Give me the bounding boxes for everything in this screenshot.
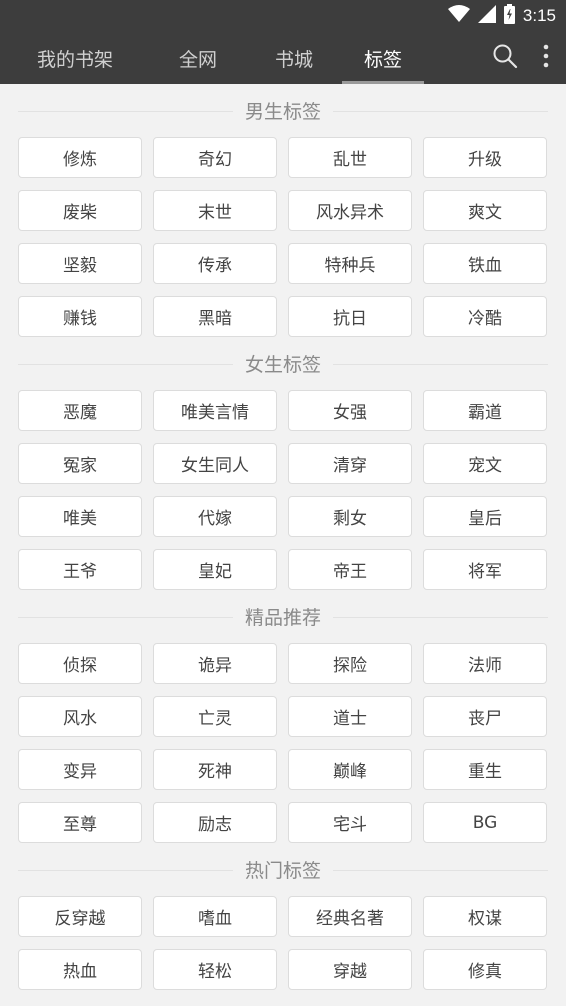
section-title: 热门标签 bbox=[232, 856, 333, 883]
tag-button[interactable]: 变异 bbox=[18, 749, 142, 790]
tag-button[interactable]: 热血 bbox=[18, 949, 142, 990]
tag-button[interactable]: 爽文 bbox=[423, 190, 547, 231]
tag-button[interactable]: 巅峰 bbox=[288, 749, 412, 790]
more-options-button[interactable] bbox=[540, 38, 552, 78]
tag-grid: 侦探 诡异 探险 法师风水 亡灵 道士 丧尸变异 死神 巅峰 重生至尊 励志 宅斗 BG bbox=[18, 643, 548, 843]
tag-button[interactable]: 死神 bbox=[153, 749, 277, 790]
tag-button[interactable]: 铁血 bbox=[423, 243, 547, 284]
tag-button[interactable]: 道士 bbox=[288, 696, 412, 737]
section-title: 女生标签 bbox=[232, 350, 333, 377]
tag-button[interactable]: 女生同人 bbox=[153, 443, 277, 484]
tag-button[interactable]: 唯美言情 bbox=[153, 390, 277, 431]
tag-button[interactable]: 清穿 bbox=[288, 443, 412, 484]
tag-button[interactable]: 丧尸 bbox=[423, 696, 547, 737]
tag-grid: 恶魔 唯美言情 女强 霸道冤家 女生同人 清穿 宠文唯美 代嫁 剩女 皇后王爷 皇妃 帝王 将军 bbox=[18, 390, 548, 590]
tab-label: 全网 bbox=[178, 48, 217, 71]
tag-button[interactable]: 权谋 bbox=[423, 896, 547, 937]
tab-bookshelf[interactable]: 我的书架 bbox=[0, 32, 150, 84]
tag-grid: 反穿越 嗜血 经典名著 权谋热血 轻松 穿越 修真 bbox=[18, 896, 548, 990]
app-bar: 我的书架 全网 书城 标签 bbox=[0, 32, 566, 84]
section-title: 精品推荐 bbox=[232, 603, 333, 630]
tag-button[interactable]: 反穿越 bbox=[18, 896, 142, 937]
tag-button[interactable]: 末世 bbox=[153, 190, 277, 231]
status-time: 3:15 bbox=[522, 6, 556, 25]
tag-button[interactable]: 修炼 bbox=[18, 137, 142, 178]
tag-button[interactable]: 宅斗 bbox=[288, 802, 412, 843]
tab-label: 标签 bbox=[363, 48, 402, 71]
section-title: 男生标签 bbox=[232, 97, 333, 124]
tag-button[interactable]: 废柴 bbox=[18, 190, 142, 231]
tab-label: 书城 bbox=[274, 48, 313, 71]
tag-button[interactable]: 将军 bbox=[423, 549, 547, 590]
tag-button[interactable]: 冤家 bbox=[18, 443, 142, 484]
tab-bookstore[interactable]: 书城 bbox=[246, 32, 342, 84]
tag-button[interactable]: 皇后 bbox=[423, 496, 547, 537]
search-icon bbox=[492, 43, 518, 73]
section-header: 热门标签 bbox=[18, 843, 548, 896]
section-header: 精品推荐 bbox=[18, 590, 548, 643]
tag-button[interactable]: 风水异术 bbox=[288, 190, 412, 231]
tag-grid: 修炼 奇幻 乱世 升级废柴 末世 风水异术 爽文坚毅 传承 特种兵 铁血赚钱 黑暗 抗日 冷酷 bbox=[18, 137, 548, 337]
appbar-actions bbox=[488, 32, 566, 84]
tag-button[interactable]: 王爷 bbox=[18, 549, 142, 590]
tag-button[interactable]: 诡异 bbox=[153, 643, 277, 684]
battery-icon bbox=[503, 3, 515, 29]
tag-button[interactable]: 特种兵 bbox=[288, 243, 412, 284]
tab-whole-web[interactable]: 全网 bbox=[150, 32, 246, 84]
tag-button[interactable]: 侦探 bbox=[18, 643, 142, 684]
wifi-icon bbox=[447, 4, 470, 28]
tag-button[interactable]: 励志 bbox=[153, 802, 277, 843]
tag-button[interactable]: 霸道 bbox=[423, 390, 547, 431]
tag-button[interactable]: 坚毅 bbox=[18, 243, 142, 284]
tag-button[interactable]: 轻松 bbox=[153, 949, 277, 990]
tag-button[interactable]: 穿越 bbox=[288, 949, 412, 990]
section-header: 男生标签 bbox=[18, 84, 548, 137]
tag-button[interactable]: 探险 bbox=[288, 643, 412, 684]
tab-label: 我的书架 bbox=[36, 48, 113, 71]
tag-button[interactable]: 乱世 bbox=[288, 137, 412, 178]
tag-button[interactable]: 奇幻 bbox=[153, 137, 277, 178]
tag-button[interactable]: 重生 bbox=[423, 749, 547, 790]
tag-button[interactable]: 升级 bbox=[423, 137, 547, 178]
tab-tags[interactable]: 标签 bbox=[342, 32, 424, 84]
tag-button[interactable]: 风水 bbox=[18, 696, 142, 737]
status-bar: 3:15 bbox=[0, 0, 566, 32]
tag-button[interactable]: 宠文 bbox=[423, 443, 547, 484]
tag-button[interactable]: 皇妃 bbox=[153, 549, 277, 590]
more-vert-icon bbox=[543, 44, 549, 72]
tag-button[interactable]: 剩女 bbox=[288, 496, 412, 537]
tag-button[interactable]: 女强 bbox=[288, 390, 412, 431]
tag-button[interactable]: 冷酷 bbox=[423, 296, 547, 337]
tag-button[interactable]: 至尊 bbox=[18, 802, 142, 843]
tag-button[interactable]: 嗜血 bbox=[153, 896, 277, 937]
tag-button[interactable]: 传承 bbox=[153, 243, 277, 284]
tag-button[interactable]: 修真 bbox=[423, 949, 547, 990]
tag-list[interactable]: 男生标签修炼 奇幻 乱世 升级废柴 末世 风水异术 爽文坚毅 传承 特种兵 铁血赚钱 黑暗 抗日 冷酷女… bbox=[0, 84, 566, 1006]
tag-button[interactable]: 黑暗 bbox=[153, 296, 277, 337]
tag-button[interactable]: 恶魔 bbox=[18, 390, 142, 431]
section-header: 女生标签 bbox=[18, 337, 548, 390]
tag-button[interactable]: 法师 bbox=[423, 643, 547, 684]
tag-button[interactable]: 抗日 bbox=[288, 296, 412, 337]
tag-button[interactable]: 代嫁 bbox=[153, 496, 277, 537]
signal-icon bbox=[477, 4, 496, 28]
tag-button[interactable]: 帝王 bbox=[288, 549, 412, 590]
tag-button[interactable]: 赚钱 bbox=[18, 296, 142, 337]
tag-button[interactable]: 唯美 bbox=[18, 496, 142, 537]
tag-button[interactable]: BG bbox=[423, 802, 547, 843]
tag-button[interactable]: 经典名著 bbox=[288, 896, 412, 937]
tag-button[interactable]: 亡灵 bbox=[153, 696, 277, 737]
search-button[interactable] bbox=[488, 38, 522, 78]
